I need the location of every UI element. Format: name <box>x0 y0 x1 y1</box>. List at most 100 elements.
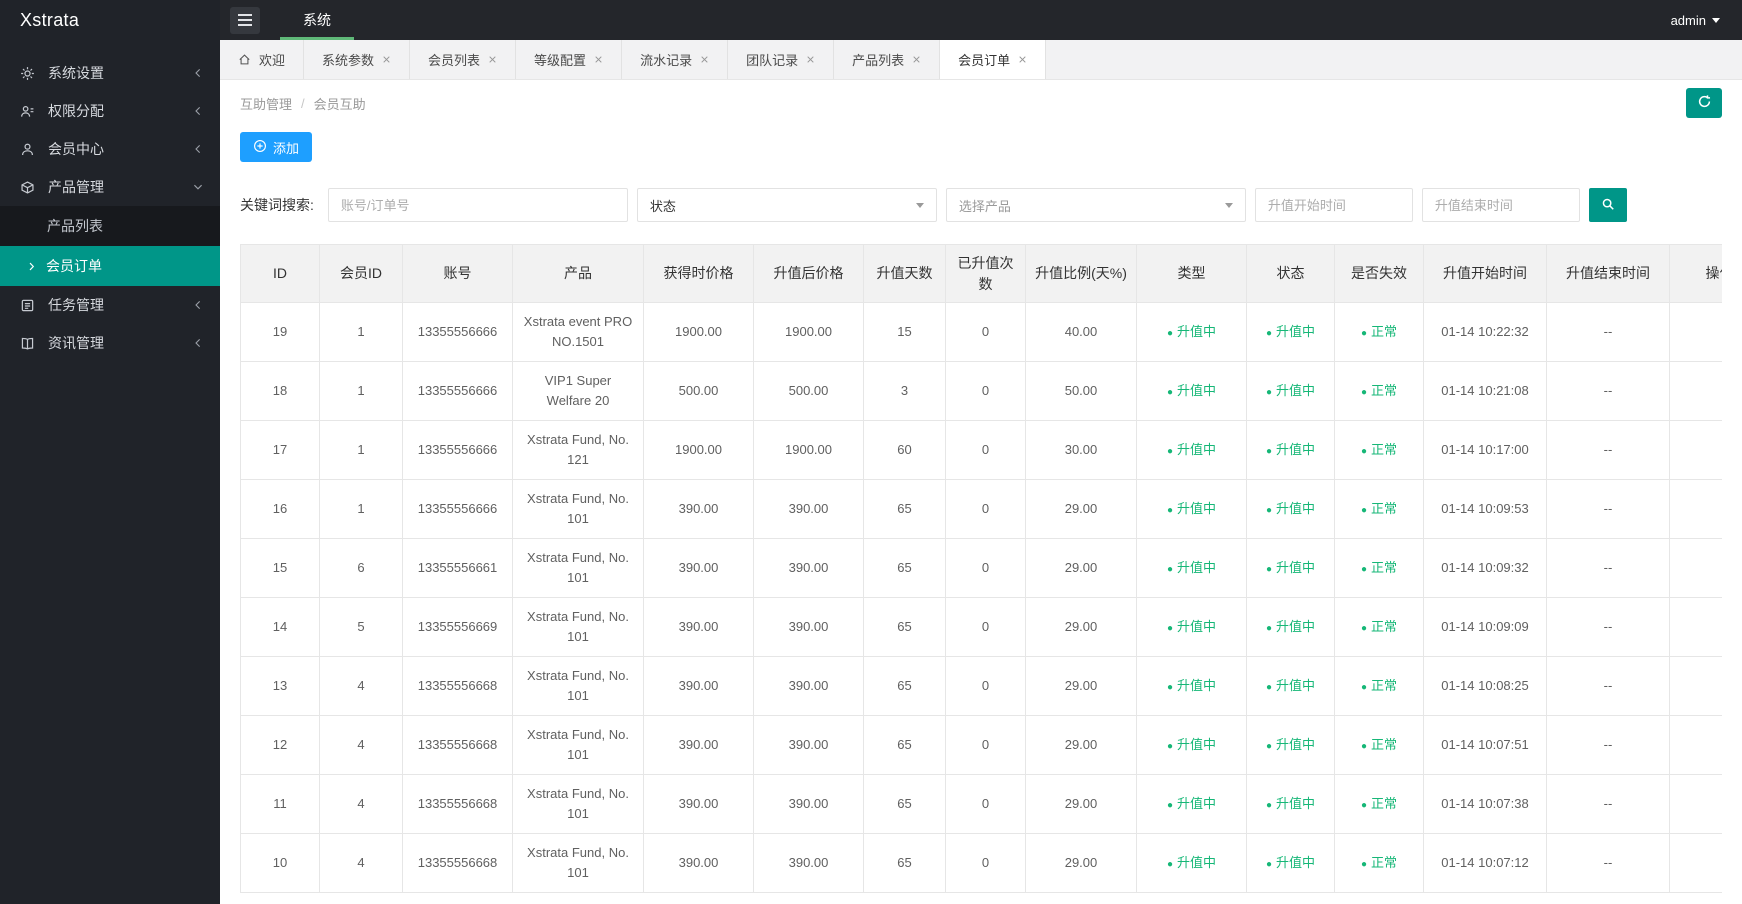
home-icon <box>238 53 251 66</box>
validity-cell: 正常 <box>1334 538 1424 598</box>
chevron-left-icon <box>192 337 204 349</box>
keyword-input[interactable] <box>327 188 628 222</box>
search-icon <box>1601 197 1615 214</box>
sidebar-item-news-management[interactable]: 资讯管理 <box>0 324 220 362</box>
member-icon <box>20 142 37 157</box>
start-time-cell: 01-14 10:07:51 <box>1423 715 1547 775</box>
account-cell: 13355556661 <box>402 538 513 598</box>
product-select[interactable]: 选择产品 <box>945 188 1246 222</box>
refresh-button[interactable] <box>1686 88 1722 118</box>
tabbar: 欢迎 系统参数 会员列表 等级配置 流水记录 团队记录 产品列表 会员订单 <box>220 40 1742 80</box>
status-badge: 升值中 <box>1266 501 1315 516</box>
status-badge: 升值中 <box>1167 855 1216 870</box>
column-header: 升值比例(天%) <box>1025 244 1137 303</box>
close-icon[interactable] <box>382 55 391 64</box>
actions-cell <box>1669 656 1722 716</box>
sidebar-nav: 系统设置 权限分配 会员中心产品管理产品列表会员订单 任务管理 资讯管理 <box>0 40 220 362</box>
days-cell: 65 <box>863 833 946 893</box>
user-menu[interactable]: admin <box>1671 13 1720 28</box>
days-cell: 60 <box>863 420 946 480</box>
column-header: 状态 <box>1246 244 1335 303</box>
sidebar-item-product-management[interactable]: 产品管理 <box>0 168 220 206</box>
status-text: 正常 <box>1371 677 1398 693</box>
tab-label: 欢迎 <box>259 53 286 68</box>
sidebar-subitem-member-orders[interactable]: 会员订单 <box>0 246 220 286</box>
breadcrumb-item[interactable]: 互助管理 <box>240 94 292 113</box>
validity-cell: 正常 <box>1334 597 1424 657</box>
tab-system-params[interactable]: 系统参数 <box>304 40 411 79</box>
status-text: 升值中 <box>1177 559 1217 575</box>
ratio-cell: 29.00 <box>1025 833 1137 893</box>
chevron-down-icon <box>1224 202 1233 208</box>
start-time-cell: 01-14 10:09:32 <box>1423 538 1547 598</box>
status-badge: 升值中 <box>1167 442 1216 457</box>
days-cell: 65 <box>863 479 946 539</box>
column-header: 操作 <box>1669 244 1722 303</box>
sidebar-subitem-label: 产品列表 <box>47 218 103 234</box>
status-text: 升值中 <box>1177 441 1217 457</box>
status-badge: 升值中 <box>1266 737 1315 752</box>
column-header: 类型 <box>1136 244 1247 303</box>
close-icon[interactable] <box>1018 55 1027 64</box>
actions-cell <box>1669 361 1722 421</box>
sidebar-item-system-settings[interactable]: 系统设置 <box>0 54 220 92</box>
status-badge: 升值中 <box>1167 324 1216 339</box>
tab-team-records[interactable]: 团队记录 <box>728 40 835 79</box>
close-icon[interactable] <box>488 55 497 64</box>
status-text: 正常 <box>1371 441 1398 457</box>
end-time-cell: -- <box>1546 420 1670 480</box>
close-icon[interactable] <box>700 55 709 64</box>
add-button[interactable]: 添加 <box>240 132 313 162</box>
status-badge: 正常 <box>1361 383 1397 398</box>
price-after-cell: 390.00 <box>753 538 864 598</box>
account-cell: 13355556669 <box>402 597 513 657</box>
column-header: ID <box>240 244 320 303</box>
column-header: 会员ID <box>319 244 403 303</box>
member-id-cell: 4 <box>319 833 403 893</box>
price-obtained-cell: 500.00 <box>643 361 754 421</box>
close-icon[interactable] <box>912 55 921 64</box>
breadcrumb-row: 互助管理 / 会员互助 <box>220 80 1742 126</box>
sidebar-toggle-button[interactable] <box>230 6 260 34</box>
status-select[interactable]: 状态 <box>636 188 937 222</box>
raised-times-cell: 0 <box>945 833 1026 893</box>
start-time-input[interactable] <box>1254 188 1413 222</box>
status-text: 升值中 <box>1177 618 1217 634</box>
chevron-down-icon <box>192 181 204 193</box>
tab-member-orders[interactable]: 会员订单 <box>940 40 1047 79</box>
filter-bar: 关键词搜索: 状态 选择产品 <box>220 188 1742 222</box>
product-cell: Xstrata event PRO NO.1501 <box>512 302 644 362</box>
price-obtained-cell: 390.00 <box>643 656 754 716</box>
sidebar-subitem-product-list[interactable]: 产品列表 <box>0 206 220 246</box>
sidebar-item-task-management[interactable]: 任务管理 <box>0 286 220 324</box>
sidebar-item-permissions[interactable]: 权限分配 <box>0 92 220 130</box>
tab-member-list[interactable]: 会员列表 <box>410 40 517 79</box>
breadcrumb-separator: / <box>301 95 305 111</box>
status-badge: 升值中 <box>1266 619 1315 634</box>
refresh-icon <box>1697 94 1712 112</box>
add-button-label: 添加 <box>273 140 300 156</box>
top-nav-system-label: 系统 <box>303 12 331 28</box>
type-cell: 升值中 <box>1136 302 1247 362</box>
chevron-left-icon <box>192 143 204 155</box>
tab-label: 产品列表 <box>852 53 905 68</box>
sidebar-item-label: 产品管理 <box>48 179 104 195</box>
type-cell: 升值中 <box>1136 597 1247 657</box>
tab-flow-records[interactable]: 流水记录 <box>622 40 729 79</box>
top-nav-system[interactable]: 系统 <box>280 0 354 40</box>
tab-label: 会员列表 <box>428 53 481 68</box>
tab-product-list[interactable]: 产品列表 <box>834 40 941 79</box>
close-icon[interactable] <box>594 55 603 64</box>
table-row: 18 1 13355556666 VIP1 Super Welfare 20 500.0… <box>240 361 1722 421</box>
status-text: 正常 <box>1371 559 1398 575</box>
status-text: 升值中 <box>1276 618 1316 634</box>
actions-cell <box>1669 715 1722 775</box>
tab-welcome[interactable]: 欢迎 <box>220 40 305 79</box>
status-badge: 正常 <box>1361 442 1397 457</box>
sidebar-item-member-center[interactable]: 会员中心 <box>0 130 220 168</box>
end-time-cell: -- <box>1546 302 1670 362</box>
end-time-input[interactable] <box>1421 188 1580 222</box>
search-button[interactable] <box>1588 188 1627 222</box>
tab-level-config[interactable]: 等级配置 <box>516 40 623 79</box>
close-icon[interactable] <box>806 55 815 64</box>
